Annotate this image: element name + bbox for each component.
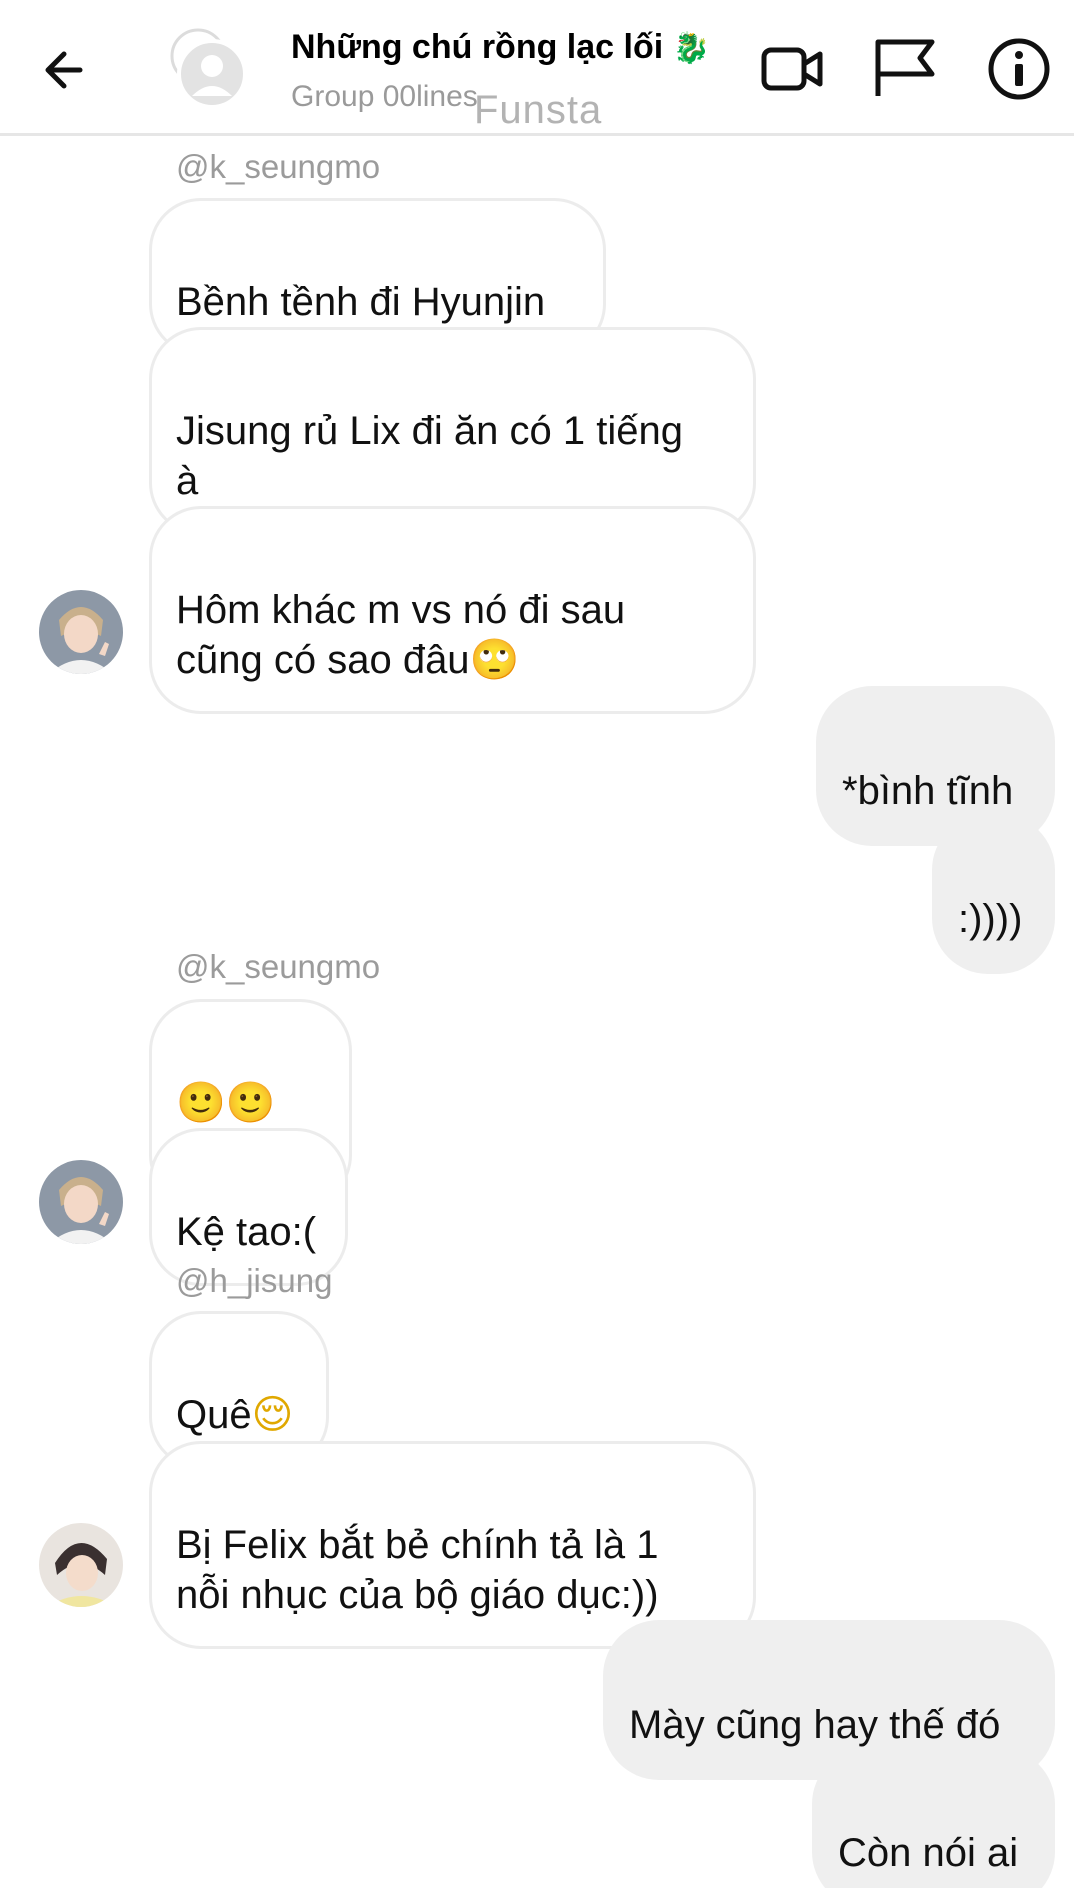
avatar[interactable] — [39, 590, 123, 674]
group-avatar-icon[interactable] — [164, 26, 248, 110]
avatar[interactable] — [39, 1523, 123, 1607]
info-icon[interactable] — [984, 34, 1054, 104]
message-bubble-incoming[interactable]: Jisung rủ Lix đi ăn có 1 tiếng à — [149, 327, 756, 535]
chat-title-text: Những chú rồng lạc lối — [291, 28, 664, 66]
message-text: *bình tĩnh — [842, 769, 1014, 813]
relieved-emoji-icon: 😌 — [251, 1392, 294, 1438]
eye-roll-emoji-icon: 🙄 — [469, 637, 520, 683]
message-text: Jisung rủ Lix đi ăn có 1 tiếng à — [176, 409, 683, 503]
flag-icon[interactable] — [870, 34, 940, 104]
message-text: Hôm khác m vs nó đi sau cũng có sao đâu — [176, 588, 626, 682]
message-text: Còn nói ai — [838, 1831, 1019, 1875]
sender-handle: @k_seungmo — [176, 948, 381, 985]
chat-subtitle: Group 00lines — [291, 80, 478, 113]
sender-handle: @k_seungmo — [176, 148, 381, 185]
message-bubble-outgoing[interactable]: :)))) — [932, 814, 1055, 974]
message-text: :)))) — [958, 897, 1023, 941]
avatar[interactable] — [39, 1160, 123, 1244]
message-text: Quê — [176, 1393, 252, 1437]
watermark: Funsta — [474, 88, 603, 132]
sender-handle: @h_jisung — [176, 1262, 333, 1299]
message-text: Kệ tao:( — [176, 1210, 317, 1254]
chat-header: Những chú rồng lạc lối 🐉 Group 00lines F… — [0, 0, 1074, 136]
message-text: Bềnh tềnh đi Hyunjin — [176, 280, 546, 324]
message-bubble-incoming[interactable]: Bị Felix bắt bẻ chính tả là 1 nỗi nhục c… — [149, 1441, 756, 1649]
message-text: Bị Felix bắt bẻ chính tả là 1 nỗi nhục c… — [176, 1523, 659, 1617]
message-bubble-incoming[interactable]: Hôm khác m vs nó đi sau cũng có sao đâu🙄 — [149, 506, 756, 714]
video-camera-icon[interactable] — [758, 34, 828, 104]
dragon-emoji-icon: 🐉 — [672, 31, 710, 66]
back-arrow-icon[interactable] — [36, 40, 96, 100]
chat-screen: Những chú rồng lạc lối 🐉 Group 00lines F… — [0, 0, 1074, 1888]
chat-title: Những chú rồng lạc lối 🐉 — [291, 28, 731, 67]
message-bubble-outgoing[interactable]: Còn nói ai — [812, 1748, 1055, 1888]
message-text: Mày cũng hay thế đó — [629, 1703, 1001, 1747]
